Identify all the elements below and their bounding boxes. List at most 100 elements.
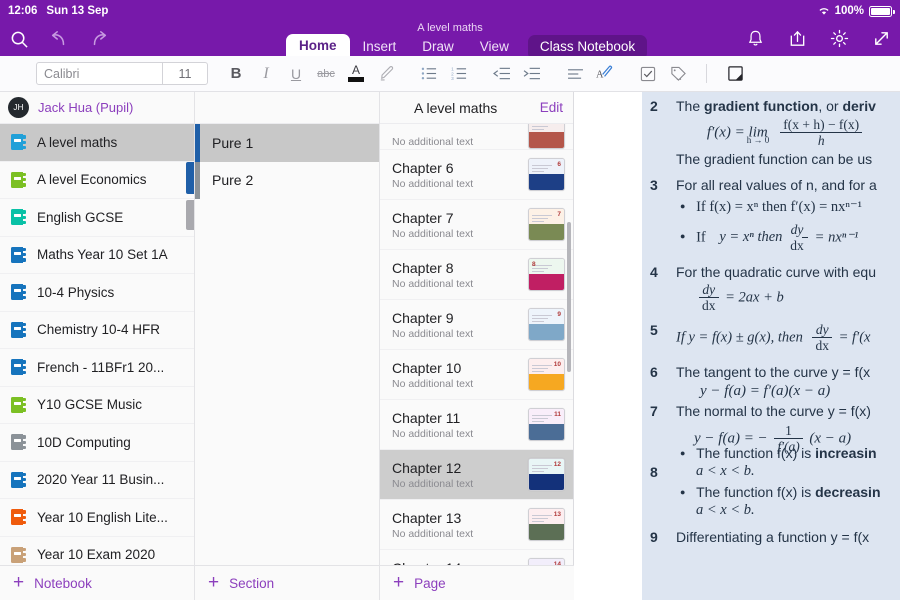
ink-to-text-button[interactable]: A — [590, 59, 620, 89]
note-item-body: For the quadratic curve with equ — [676, 264, 900, 280]
underline-button[interactable]: U — [281, 59, 311, 89]
notebook-icon — [11, 546, 26, 563]
onenote-app-window: 12:06 Sun 13 Sep 100% A level maths Home… — [0, 0, 900, 600]
page-thumbnail-number: 10 — [553, 361, 561, 368]
notebook-item[interactable]: 2020 Year 11 Busin... — [0, 462, 194, 499]
plus-icon: + — [208, 572, 220, 593]
l9-text: Differentiating a function y = f(x — [676, 529, 870, 545]
page-item[interactable]: Chapter 8 No additional text 8 — [380, 250, 573, 300]
search-icon[interactable] — [6, 26, 32, 52]
user-name: Jack Hua (Pupil) — [38, 100, 134, 115]
todo-checkbox-button[interactable] — [633, 59, 663, 89]
notebook-user-header[interactable]: JH Jack Hua (Pupil) — [0, 92, 194, 124]
align-button[interactable] — [560, 59, 590, 89]
l4-text: For the quadratic curve with equ — [676, 264, 876, 280]
tag-button[interactable] — [663, 59, 693, 89]
page-item[interactable]: Chapter 6 No additional text 6 — [380, 150, 573, 200]
expand-fullscreen-icon[interactable] — [870, 26, 892, 50]
note-item-number: 5 — [650, 322, 658, 338]
undo-icon[interactable] — [46, 26, 72, 52]
notebook-item[interactable]: Year 10 English Lite... — [0, 499, 194, 537]
pages-title: A level maths — [414, 99, 498, 116]
page-thumbnail: 10 — [528, 358, 565, 391]
section-item[interactable]: Pure 2 — [195, 161, 379, 199]
pages-panel: A level maths Edit No additional text 5 Ch… — [380, 92, 574, 565]
page-item[interactable]: Chapter 14No additional text14 — [380, 550, 573, 565]
note-item-body: If y = f(x) ± g(x), then dy dx = f′(x — [676, 322, 900, 354]
page-item[interactable]: Chapter 9 No additional text 9 — [380, 300, 573, 350]
page-item[interactable]: Chapter 7 No additional text 7 — [380, 200, 573, 250]
notebook-item-label: 10-4 Physics — [37, 284, 115, 300]
highlighter-button[interactable] — [371, 59, 401, 89]
settings-gear-icon[interactable] — [828, 26, 850, 50]
italic-button[interactable]: I — [251, 59, 281, 89]
page-thumbnail-number: 8 — [532, 261, 536, 268]
l2-bold-2: deriv — [842, 98, 876, 114]
bold-button[interactable]: B — [221, 59, 251, 89]
page-item[interactable]: No additional text 5 — [380, 124, 573, 150]
share-icon[interactable] — [786, 26, 808, 50]
battery-percent: 100% — [834, 5, 864, 17]
add-notebook-button[interactable]: + Notebook — [0, 566, 195, 600]
l8-b2-bold: decreasin — [815, 484, 881, 500]
notebook-item[interactable]: French - 11BFr1 20... — [0, 349, 194, 387]
font-selector[interactable]: Calibri 11 — [36, 62, 208, 85]
page-item[interactable]: Chapter 12 No additional text 12 — [380, 450, 573, 500]
page-thumbnail: 8 — [528, 258, 565, 291]
l2-after: The gradient function can be us — [676, 151, 873, 167]
notebooks-scrollbar[interactable] — [186, 200, 194, 230]
notebook-item-label: Maths Year 10 Set 1A — [37, 247, 168, 263]
add-section-button[interactable]: + Section — [195, 566, 380, 600]
pages-scrollbar[interactable] — [567, 222, 571, 372]
strikethrough-button[interactable]: abc — [311, 59, 341, 89]
page-list[interactable]: No additional text5Chapter 6No additiona… — [380, 124, 573, 565]
notifications-bell-icon[interactable] — [744, 26, 766, 50]
section-item[interactable]: Pure 1 — [195, 124, 379, 162]
decrease-indent-button[interactable] — [487, 59, 517, 89]
redo-icon[interactable] — [86, 26, 112, 52]
page-item[interactable]: Chapter 13 No additional text 13 — [380, 500, 573, 550]
numbered-list-button[interactable]: 123 — [444, 59, 474, 89]
notebook-item[interactable]: Chemistry 10-4 HFR — [0, 312, 194, 349]
page-thumbnail: 14 — [528, 558, 565, 565]
page-item-text: Chapter 11 No additional text — [392, 409, 528, 441]
status-time: 12:06 — [8, 5, 38, 17]
bulleted-list-button[interactable] — [414, 59, 444, 89]
notebook-icon — [11, 359, 26, 376]
notebook-item[interactable]: Year 10 Exam 2020 — [0, 537, 194, 566]
notebook-item[interactable]: 10D Computing — [0, 424, 194, 462]
section-color-bar — [195, 161, 200, 199]
page-item[interactable]: Chapter 10 No additional text 10 — [380, 350, 573, 400]
l7-text: The normal to the curve y = f(x) — [676, 403, 871, 419]
notebook-item[interactable]: A level Economics — [0, 162, 194, 199]
add-page-button[interactable]: + Page — [380, 566, 574, 600]
notebook-item-label: French - 11BFr1 20... — [37, 359, 165, 375]
font-name-input[interactable]: Calibri — [37, 67, 162, 81]
page-thumbnail: 7 — [528, 208, 565, 241]
l7-lhs: y − f(a) = − — [694, 430, 768, 447]
l2-bold-1: gradient function — [704, 98, 819, 114]
note-item-body: For all real values of n, and for a — [676, 177, 900, 193]
notebook-item[interactable]: 10-4 Physics — [0, 274, 194, 312]
edit-button[interactable]: Edit — [540, 100, 563, 115]
page-options-button[interactable] — [720, 59, 750, 89]
page-item[interactable]: Chapter 11 No additional text 11 — [380, 400, 573, 450]
notebook-item-label: Y10 GCSE Music — [37, 397, 143, 413]
page-thumbnail: 5 — [528, 124, 565, 149]
ios-status-bar: 12:06 Sun 13 Sep 100% — [0, 0, 900, 22]
font-size-input[interactable]: 11 — [163, 67, 207, 81]
ribbon-right-icons — [744, 26, 892, 50]
font-color-button[interactable]: A — [341, 59, 371, 89]
page-thumbnail-number: 5 — [557, 124, 561, 126]
increase-indent-button[interactable] — [517, 59, 547, 89]
page-item-text: Chapter 7 No additional text — [392, 209, 528, 241]
notebook-item[interactable]: A level maths — [0, 124, 194, 162]
notebook-icon — [11, 246, 26, 263]
notebook-item[interactable]: Y10 GCSE Music — [0, 387, 194, 424]
notebook-item[interactable]: English GCSE — [0, 199, 194, 237]
notebook-item[interactable]: Maths Year 10 Set 1A — [0, 237, 194, 274]
note-canvas[interactable]: 2 The gradient function, or deriv f′(x) … — [574, 92, 900, 600]
page-item-subtitle: No additional text — [392, 227, 474, 240]
notebook-item-label: 10D Computing — [37, 434, 131, 450]
l4-frac-num: dy — [702, 282, 716, 297]
